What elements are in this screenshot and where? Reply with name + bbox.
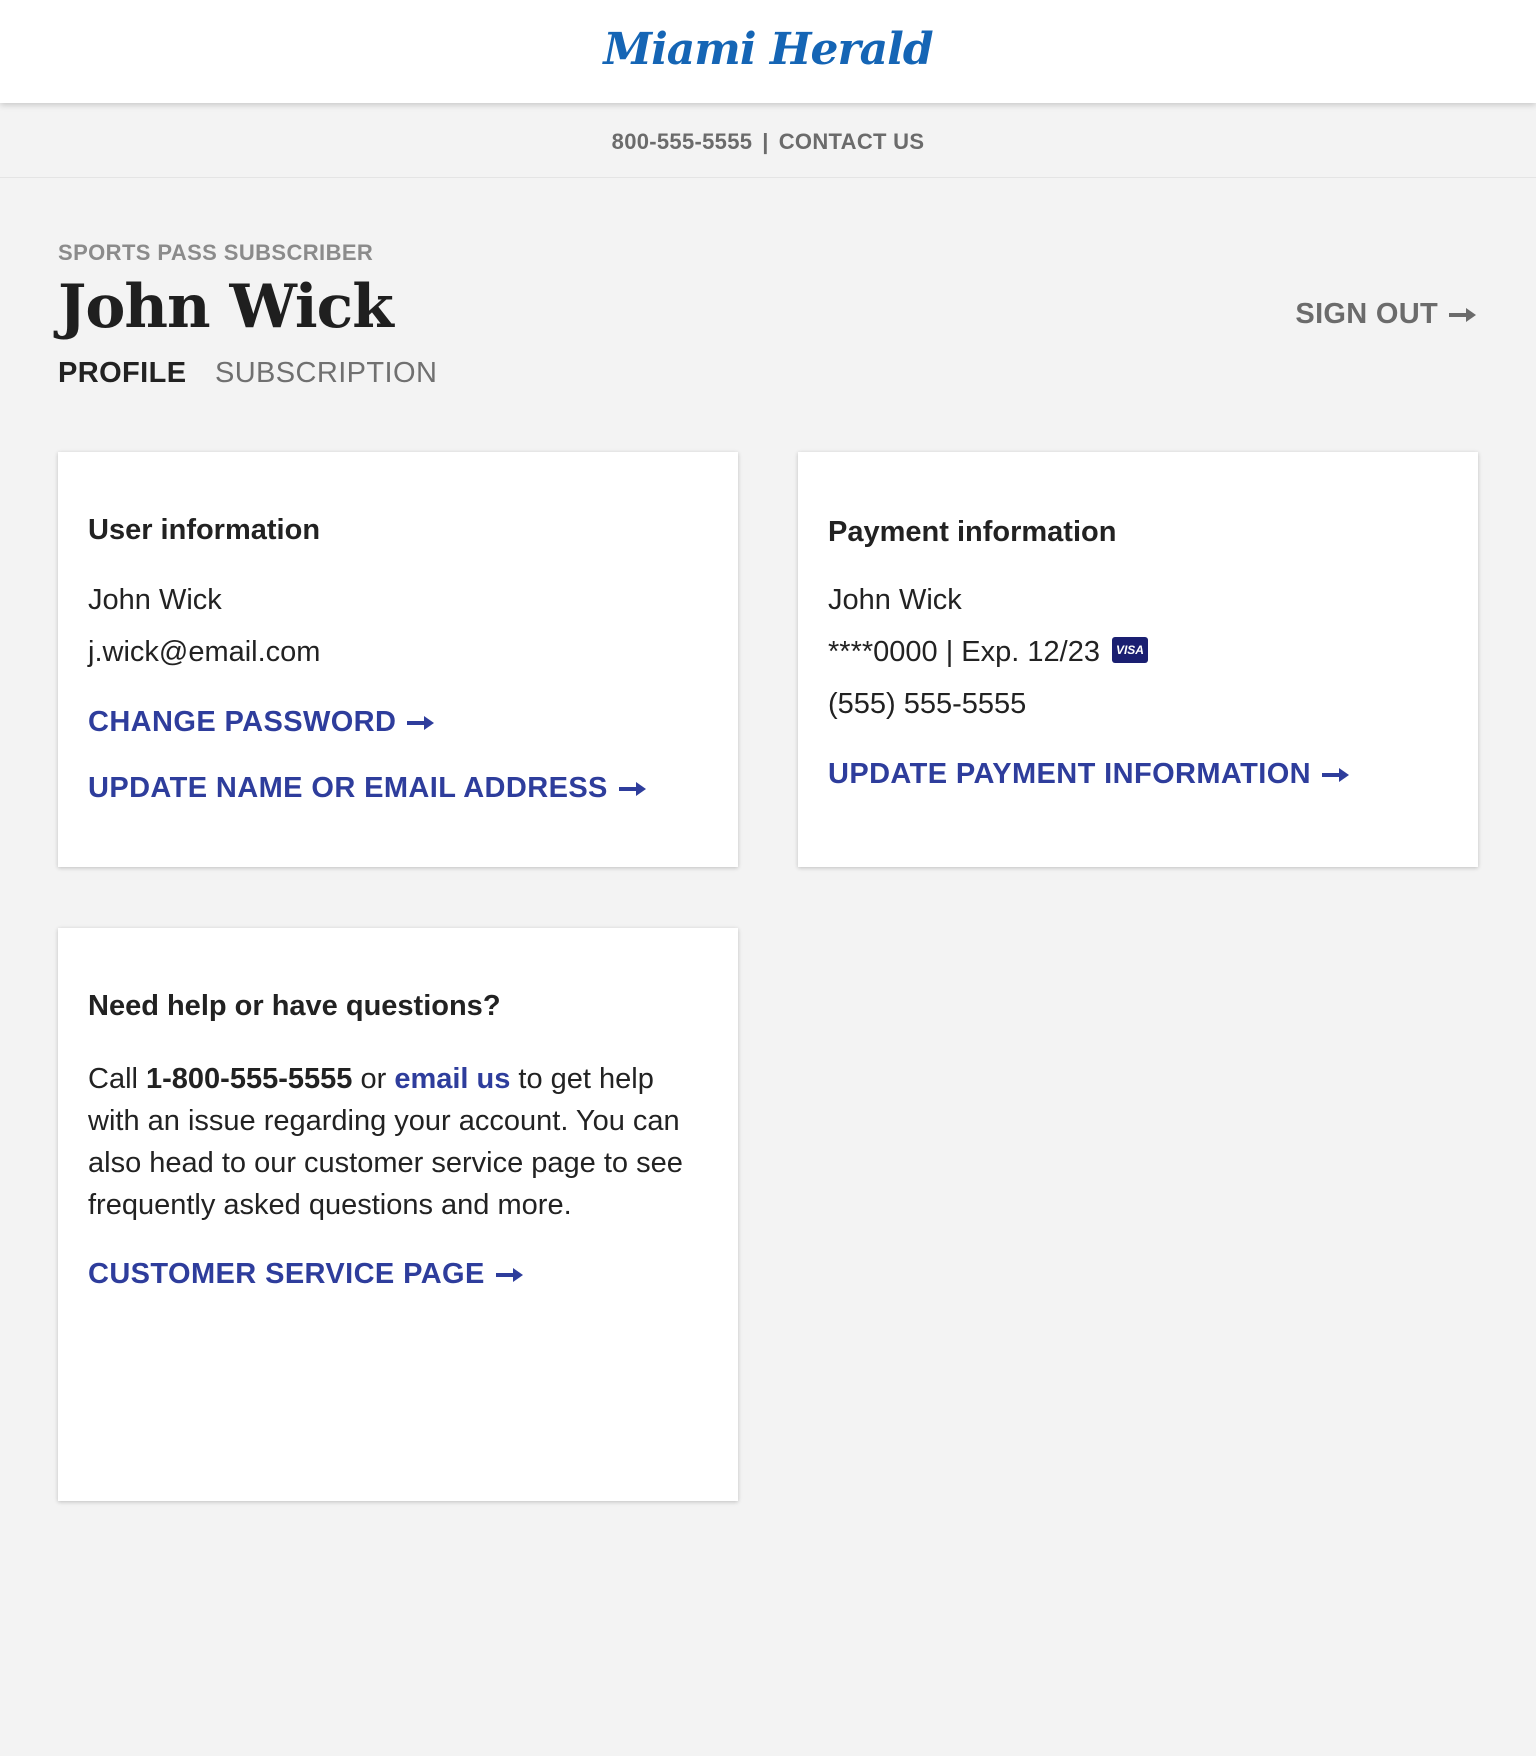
site-header: Miami Herald: [0, 0, 1536, 103]
user-name-value: John Wick: [88, 584, 222, 616]
visa-card-icon: VISA: [1111, 637, 1148, 664]
payment-name-value: John Wick: [828, 584, 962, 616]
payment-information-card: Payment information John Wick ****0000 |…: [798, 452, 1478, 867]
arrow-right-icon: [406, 714, 436, 732]
contact-separator: |: [762, 129, 769, 154]
update-payment-label: UPDATE PAYMENT INFORMATION: [828, 758, 1311, 790]
tab-subscription[interactable]: SUBSCRIPTION: [215, 357, 437, 390]
payment-phone-value: (555) 555-5555: [828, 688, 1027, 720]
card-details-row: ****0000 | Exp. 12/23 VISA: [828, 636, 1148, 669]
email-us-link[interactable]: email us: [394, 1063, 510, 1095]
help-text-or: or: [352, 1063, 395, 1095]
contact-us-link[interactable]: CONTACT US: [779, 129, 925, 154]
update-name-email-link[interactable]: UPDATE NAME OR EMAIL ADDRESS: [88, 772, 648, 805]
user-information-title: User information: [88, 514, 321, 546]
update-name-email-label: UPDATE NAME OR EMAIL ADDRESS: [88, 772, 608, 804]
card-number-expiry: ****0000 | Exp. 12/23: [828, 636, 1100, 668]
user-information-card: User information John Wick j.wick@email.…: [58, 452, 738, 867]
arrow-right-icon: [1321, 766, 1351, 784]
customer-service-link[interactable]: CUSTOMER SERVICE PAGE: [88, 1258, 525, 1291]
help-title: Need help or have questions?: [88, 990, 501, 1022]
arrow-right-icon: [495, 1266, 525, 1284]
arrow-right-icon: [618, 780, 648, 798]
subscriber-type-label: SPORTS PASS SUBSCRIBER: [58, 240, 374, 265]
help-phone: 1-800-555-5555: [146, 1063, 353, 1095]
contact-phone[interactable]: 800-555-5555: [612, 129, 753, 154]
change-password-label: CHANGE PASSWORD: [88, 706, 397, 738]
miami-herald-logo[interactable]: Miami Herald: [0, 24, 1536, 75]
account-tabs: PROFILE SUBSCRIPTION: [58, 357, 457, 390]
sign-out-label: SIGN OUT: [1295, 298, 1438, 330]
help-text-call: Call: [88, 1063, 147, 1095]
contact-bar: 800-555-5555 | CONTACT US: [0, 103, 1536, 178]
payment-information-title: Payment information: [828, 516, 1117, 548]
update-payment-link[interactable]: UPDATE PAYMENT INFORMATION: [828, 758, 1351, 791]
page-title: John Wick: [58, 272, 394, 342]
arrow-right-icon: [1448, 306, 1478, 324]
user-email-value: j.wick@email.com: [88, 636, 321, 668]
help-card: Need help or have questions? Call 1-800-…: [58, 928, 738, 1501]
customer-service-label: CUSTOMER SERVICE PAGE: [88, 1258, 485, 1290]
sign-out-button[interactable]: SIGN OUT: [1295, 298, 1478, 331]
change-password-link[interactable]: CHANGE PASSWORD: [88, 706, 436, 739]
tab-profile[interactable]: PROFILE: [58, 357, 186, 390]
help-text: Call 1-800-555-5555 or email us to get h…: [88, 1058, 708, 1226]
